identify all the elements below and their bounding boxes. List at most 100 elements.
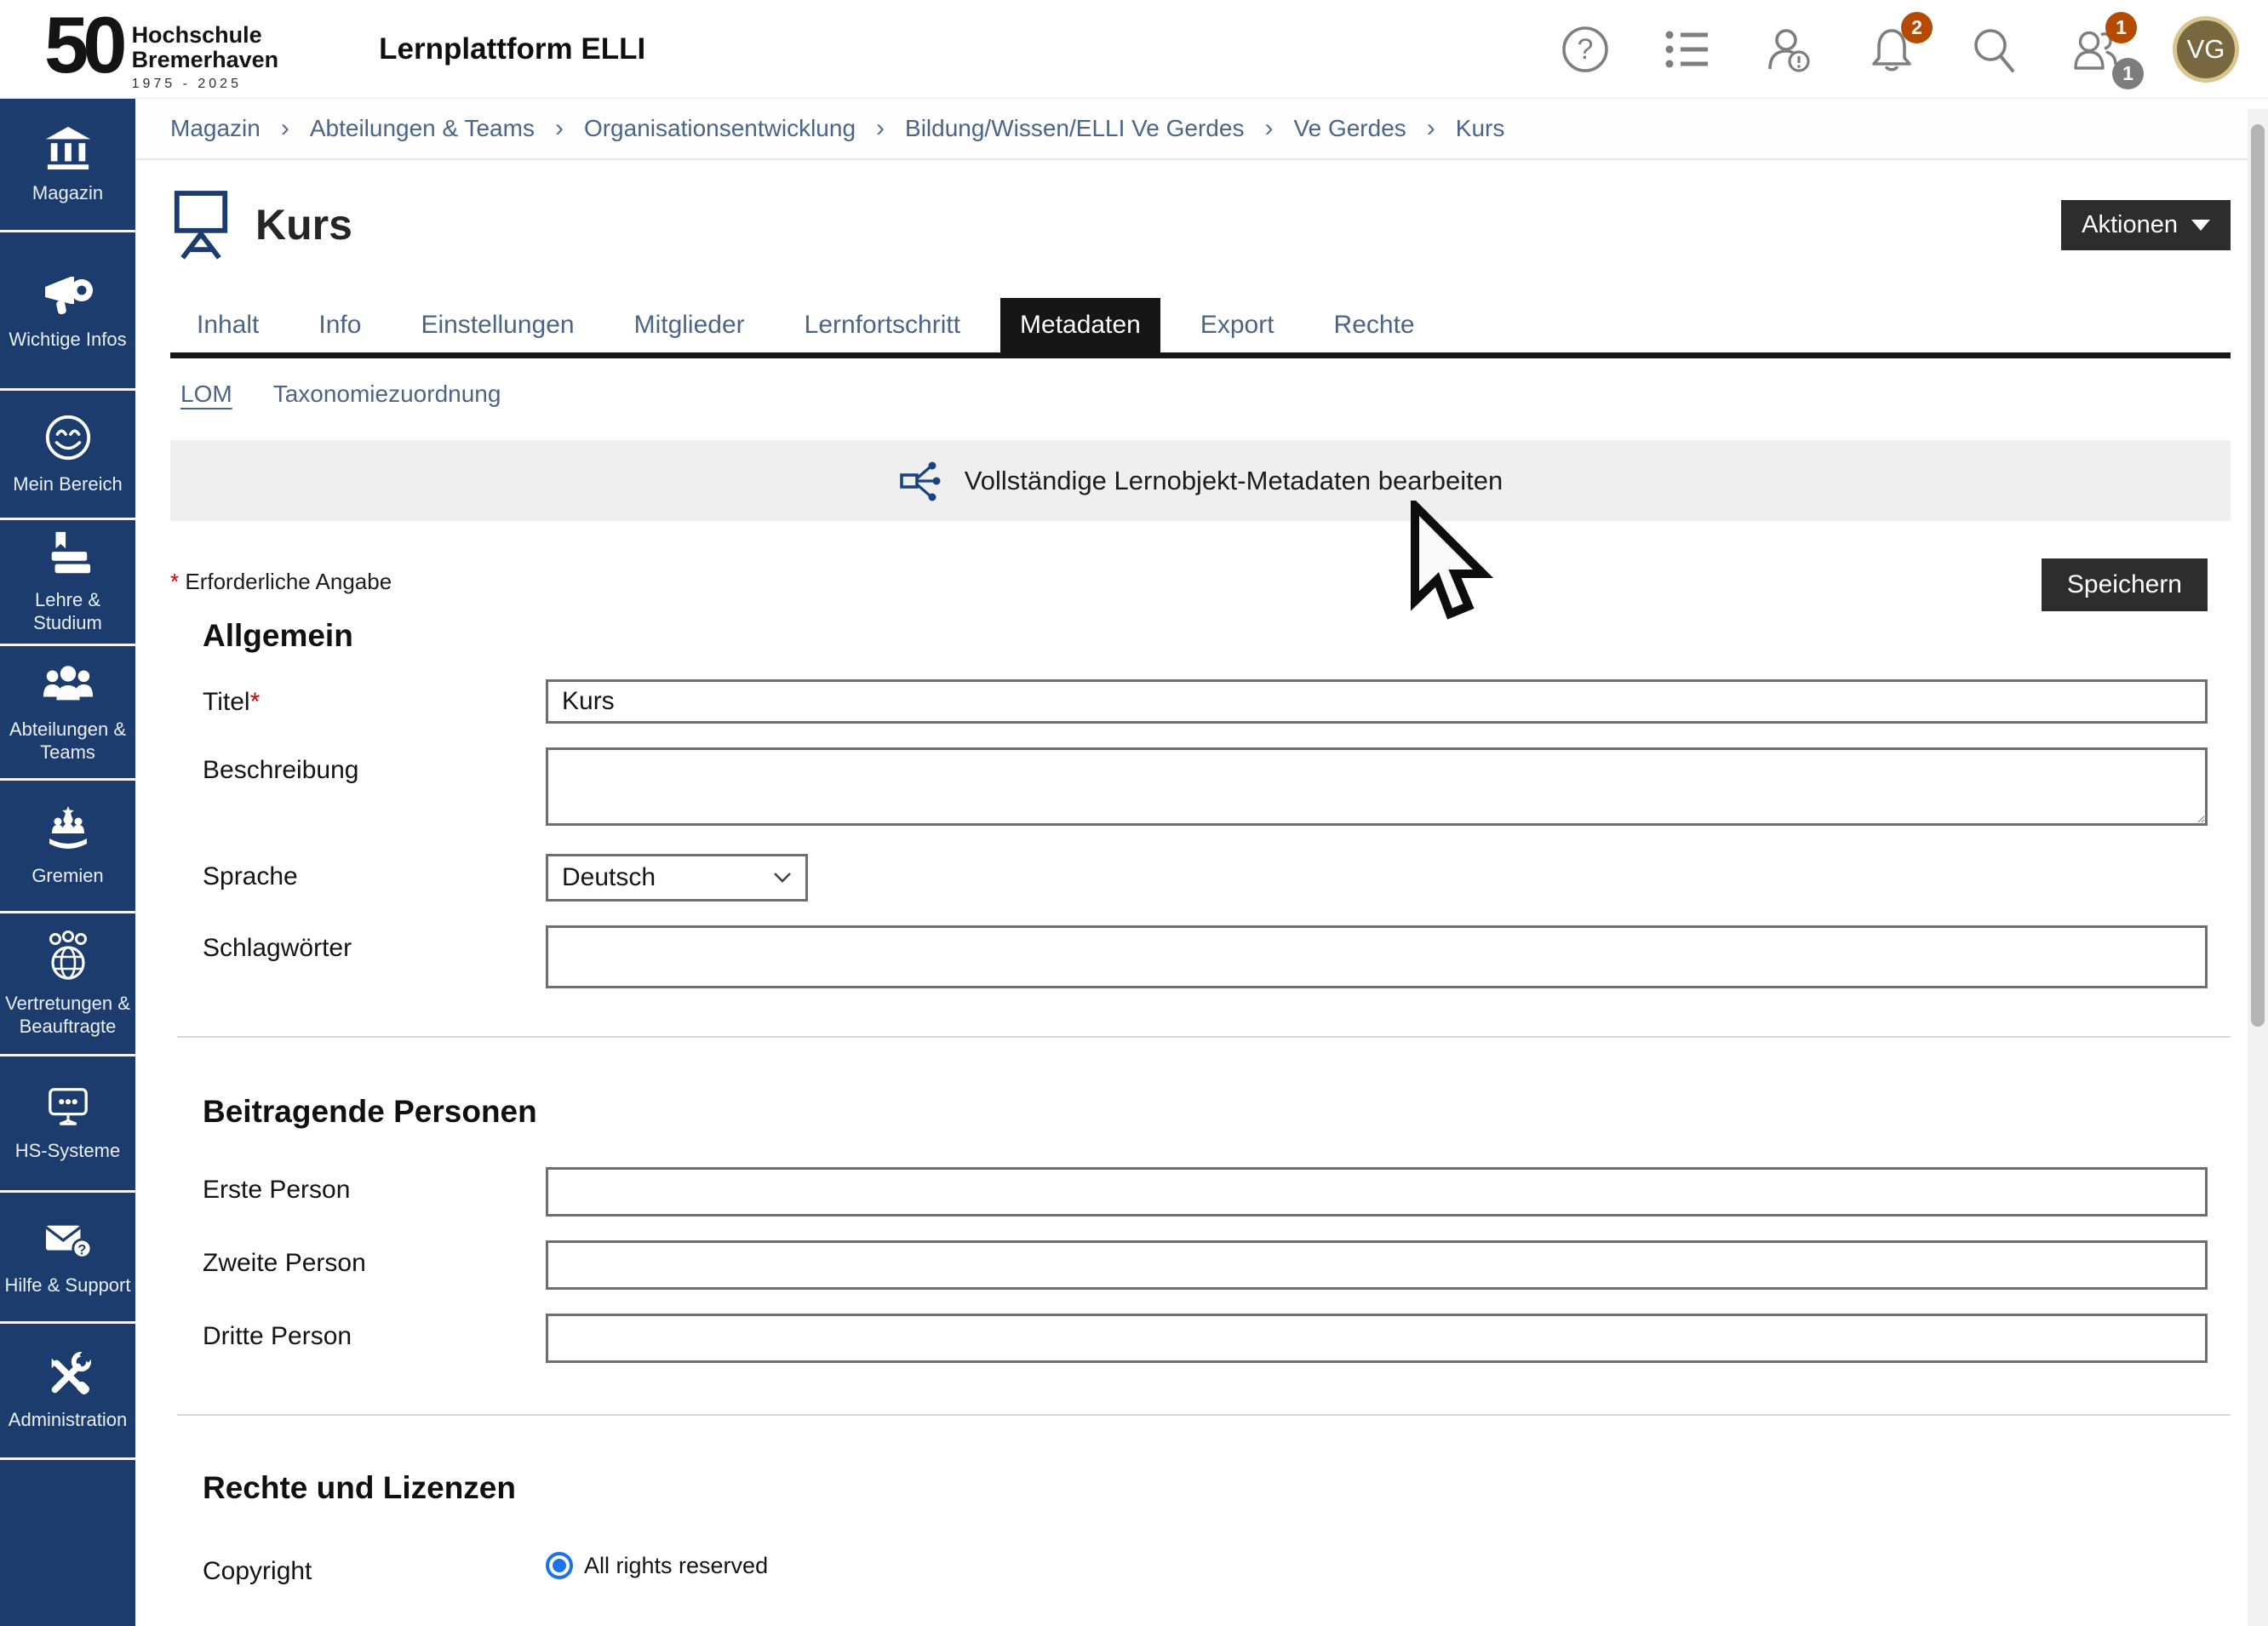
radio-selected-dot <box>553 1559 566 1572</box>
user-status-button[interactable] <box>1764 24 1815 75</box>
sidebar-item-wichtige-infos[interactable]: Wichtige Infos <box>0 232 135 391</box>
main-menu-button[interactable] <box>1662 24 1713 75</box>
logo-text: Hochschule Bremerhaven 1975 - 2025 <box>132 23 279 92</box>
copyright-field-wrap: All rights reserved <box>546 1549 2208 1579</box>
save-button[interactable]: Speichern <box>2042 558 2208 611</box>
sidebar-item-magazin[interactable]: Magazin <box>0 99 135 232</box>
sidebar-item-label: Abteilungen & Teams <box>0 718 135 764</box>
form-row-schlagwoerter: Schlagwörter <box>203 925 2208 988</box>
form-row-sprache: Sprache Deutsch <box>203 854 2208 902</box>
form-row-erste-person: Erste Person <box>203 1167 2208 1217</box>
sprache-selected-value: Deutsch <box>562 863 656 892</box>
help-button[interactable]: ? <box>1560 24 1611 75</box>
dritte-person-input[interactable] <box>546 1314 2208 1363</box>
logo-50: 50 <box>44 9 122 81</box>
beschreibung-textarea[interactable] <box>546 747 2208 826</box>
books-icon <box>43 530 93 578</box>
form-row-dritte-person: Dritte Person <box>203 1314 2208 1363</box>
logo-years: 1975 - 2025 <box>132 77 279 92</box>
megaphone-icon <box>40 270 96 318</box>
tab-inhalt[interactable]: Inhalt <box>177 298 278 352</box>
page-content: Kurs Aktionen Inhalt Info Einstellungen … <box>135 189 2248 1586</box>
mail-help-icon: ? <box>43 1217 94 1263</box>
subtab-lom[interactable]: LOM <box>180 381 232 408</box>
sidebar-item-hs-systeme[interactable]: HS-Systeme <box>0 1056 135 1193</box>
notifications-badge: 2 <box>1901 12 1933 43</box>
form-row-beschreibung: Beschreibung <box>203 747 2208 830</box>
tab-metadaten[interactable]: Metadaten <box>1000 298 1160 352</box>
erste-person-input[interactable] <box>546 1167 2208 1217</box>
contacts-badge-bottom: 1 <box>2112 58 2144 89</box>
breadcrumb-separator: › <box>555 114 564 143</box>
breadcrumb-item[interactable]: Abteilungen & Teams <box>310 115 535 142</box>
search-icon <box>1968 24 2019 75</box>
form-row-titel: Titel* <box>203 679 2208 724</box>
breadcrumb-item[interactable]: Organisationsentwicklung <box>584 115 856 142</box>
section-divider <box>177 1414 2231 1416</box>
sidebar-item-vertretungen[interactable]: Vertretungen & Beauftragte <box>0 913 135 1056</box>
breadcrumb-item[interactable]: Magazin <box>170 115 261 142</box>
search-button[interactable] <box>1968 24 2019 75</box>
sidebar-item-label: Magazin <box>30 181 106 204</box>
sidebar-item-administration[interactable]: Administration <box>0 1324 135 1460</box>
beschreibung-label: Beschreibung <box>203 747 546 785</box>
sprache-label: Sprache <box>203 854 546 891</box>
section-heading-allgemein: Allgemein <box>203 618 2248 654</box>
tab-rechte[interactable]: Rechte <box>1314 298 1435 352</box>
tab-lernfortschritt[interactable]: Lernfortschritt <box>785 298 980 352</box>
sidebar-item-gremien[interactable]: Gremien <box>0 781 135 913</box>
actions-button[interactable]: Aktionen <box>2061 200 2231 250</box>
titel-required-asterisk: * <box>250 688 261 716</box>
top-bar: 50 Hochschule Bremerhaven 1975 - 2025 Le… <box>0 0 2268 99</box>
contacts-badge-top: 1 <box>2105 12 2137 43</box>
schlagwoerter-label: Schlagwörter <box>203 925 546 963</box>
breadcrumb-item[interactable]: Ve Gerdes <box>1293 115 1406 142</box>
logo-name-line1: Hochschule <box>132 23 279 48</box>
breadcrumb-item[interactable]: Bildung/Wissen/ELLI Ve Gerdes <box>905 115 1244 142</box>
actions-button-label: Aktionen <box>2082 211 2178 239</box>
sidebar: Magazin Wichtige Infos <box>0 99 135 1626</box>
tools-icon <box>43 1350 93 1398</box>
svg-text:?: ? <box>77 1242 86 1257</box>
sidebar-item-label: Wichtige Infos <box>6 328 129 351</box>
university-logo[interactable]: 50 Hochschule Bremerhaven 1975 - 2025 <box>44 9 278 92</box>
course-whiteboard-icon <box>170 189 232 261</box>
titel-field-wrap <box>546 679 2208 724</box>
dritte-person-field-wrap <box>546 1314 2208 1363</box>
titel-input[interactable] <box>546 679 2208 724</box>
contacts-button[interactable]: 1 1 <box>2070 24 2122 75</box>
sidebar-filler <box>0 1460 135 1626</box>
globe-people-icon <box>43 930 94 982</box>
tab-mitglieder[interactable]: Mitglieder <box>615 298 765 352</box>
zweite-person-label: Zweite Person <box>203 1240 546 1278</box>
avatar[interactable]: VG <box>2173 16 2239 83</box>
sidebar-item-abteilungen-teams[interactable]: Abteilungen & Teams <box>0 646 135 781</box>
chevron-down-icon <box>2191 220 2210 231</box>
title-row: Kurs Aktionen <box>170 189 2248 261</box>
schlagwoerter-input[interactable] <box>546 925 2208 988</box>
erste-person-label: Erste Person <box>203 1167 546 1205</box>
edit-full-metadata-banner[interactable]: Vollständige Lernobjekt-Metadaten bearbe… <box>170 440 2231 521</box>
vertical-scrollbar-thumb[interactable] <box>2251 124 2265 1027</box>
copyright-radio[interactable] <box>546 1552 573 1579</box>
zweite-person-input[interactable] <box>546 1240 2208 1290</box>
edit-full-metadata-label: Vollständige Lernobjekt-Metadaten bearbe… <box>965 466 1503 496</box>
tab-export[interactable]: Export <box>1181 298 1294 352</box>
page-title: Kurs <box>255 200 352 249</box>
sprache-select[interactable]: Deutsch <box>546 854 808 902</box>
sidebar-item-hilfe-support[interactable]: ? Hilfe & Support <box>0 1193 135 1324</box>
notifications-button[interactable]: 2 <box>1866 24 1917 75</box>
section-divider <box>177 1036 2231 1038</box>
breadcrumb-separator: › <box>1427 114 1435 143</box>
tab-info[interactable]: Info <box>299 298 381 352</box>
sidebar-item-lehre-studium[interactable]: Lehre & Studium <box>0 520 135 646</box>
sidebar-item-label: Administration <box>6 1408 129 1431</box>
required-note: * Erforderliche Angabe <box>170 558 392 595</box>
breadcrumb-item[interactable]: Kurs <box>1456 115 1505 142</box>
svg-text:?: ? <box>1578 33 1594 66</box>
tab-einstellungen[interactable]: Einstellungen <box>401 298 593 352</box>
subtab-taxonomiezuordnung[interactable]: Taxonomiezuordnung <box>273 381 501 408</box>
main-area: Magazin › Abteilungen & Teams › Organisa… <box>135 99 2248 1626</box>
vertical-scrollbar-track[interactable] <box>2248 109 2268 1626</box>
sidebar-item-mein-bereich[interactable]: Mein Bereich <box>0 391 135 520</box>
